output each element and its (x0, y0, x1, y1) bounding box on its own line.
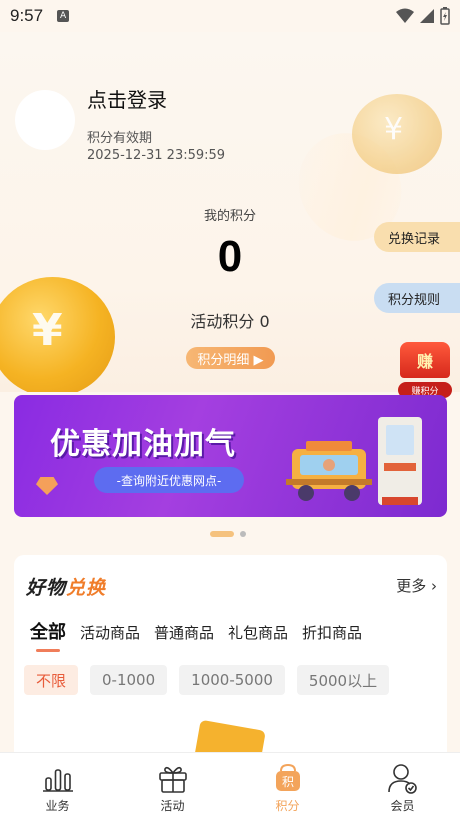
notification-icon: A (57, 10, 70, 22)
wifi-icon (396, 8, 414, 23)
tabbar-item-activity[interactable]: 活动 (115, 753, 230, 817)
gift-icon (156, 761, 190, 795)
tabbar-item-member[interactable]: 会员 (345, 753, 460, 817)
tab-activity-goods[interactable]: 活动商品 (80, 622, 140, 643)
fuel-pump-illustration (378, 417, 422, 505)
points-expiry-label: 积分有效期 (87, 131, 153, 146)
points-bag-icon: 积 (271, 761, 305, 795)
carousel-indicator (210, 531, 246, 537)
earn-badge-top-text: 赚 (416, 352, 433, 371)
gem-icon (36, 477, 58, 495)
tab-discount-goods[interactable]: 折扣商品 (302, 622, 362, 643)
truck-illustration (286, 441, 372, 501)
coin-decoration-small: ¥ (352, 94, 442, 174)
earn-points-badge[interactable]: 赚 赚积分 (398, 342, 452, 400)
bottom-tab-bar: 业务 活动 积 积分 会员 (0, 752, 460, 817)
banner-subtitle: -查询附近优惠网点- (94, 467, 244, 493)
tab-gift-pack[interactable]: 礼包商品 (228, 622, 288, 643)
bar-chart-icon (41, 761, 75, 795)
status-bar: 9:57 A (0, 0, 460, 32)
section-title-part1: 好物 (26, 577, 67, 599)
svg-text:积: 积 (281, 775, 293, 789)
login-link[interactable]: 点击登录 (87, 84, 167, 113)
status-icons (396, 7, 450, 25)
section-title-part2: 兑换 (66, 577, 107, 599)
filter-5000-plus[interactable]: 5000以上 (296, 665, 390, 695)
earn-badge-icon: 赚 (400, 342, 450, 378)
price-filters: 不限 0-1000 1000-5000 5000以上 (24, 665, 390, 695)
tabbar-label: 会员 (390, 799, 415, 813)
points-rules-button[interactable]: 积分规则 (374, 283, 460, 313)
more-link[interactable]: 更多 › (396, 575, 437, 596)
member-icon (386, 761, 420, 795)
tabbar-item-business[interactable]: 业务 (0, 753, 115, 817)
filter-0-1000[interactable]: 0-1000 (90, 665, 168, 695)
tab-regular-goods[interactable]: 普通商品 (154, 622, 214, 643)
tabbar-label: 活动 (160, 799, 185, 813)
points-expiry-date: 2025-12-31 23:59:59 (87, 148, 226, 163)
exchange-record-button[interactable]: 兑换记录 (374, 222, 460, 252)
carousel-dot[interactable] (240, 531, 246, 537)
tab-all[interactable]: 全部 (30, 618, 66, 652)
coin-decoration-large: ¥ (0, 277, 115, 392)
avatar[interactable] (15, 90, 75, 150)
carousel-dot-active[interactable] (210, 531, 234, 537)
tabbar-item-points[interactable]: 积 积分 (230, 753, 345, 817)
status-time: 9:57 (10, 6, 44, 25)
banner-title: 优惠加油加气 (50, 427, 236, 462)
battery-icon (440, 7, 450, 25)
points-detail-button[interactable]: 积分明细 ▶ (186, 347, 275, 369)
filter-1000-5000[interactable]: 1000-5000 (179, 665, 285, 695)
tabbar-label: 积分 (275, 799, 300, 813)
section-title: 好物兑换 (26, 573, 106, 600)
signal-icon (420, 9, 434, 23)
points-hero: ¥ ¥ 点击登录 积分有效期 2025-12-31 23:59:59 我的积分 … (0, 32, 460, 392)
category-tabs: 全部 活动商品 普通商品 礼包商品 折扣商品 (30, 618, 362, 652)
goods-exchange-section: 好物兑换 更多 › 全部 活动商品 普通商品 礼包商品 折扣商品 不限 0-10… (14, 555, 447, 765)
filter-unlimited[interactable]: 不限 (24, 665, 79, 695)
promo-banner[interactable]: 优惠加油加气 -查询附近优惠网点- (14, 395, 447, 517)
tabbar-label: 业务 (45, 799, 70, 813)
